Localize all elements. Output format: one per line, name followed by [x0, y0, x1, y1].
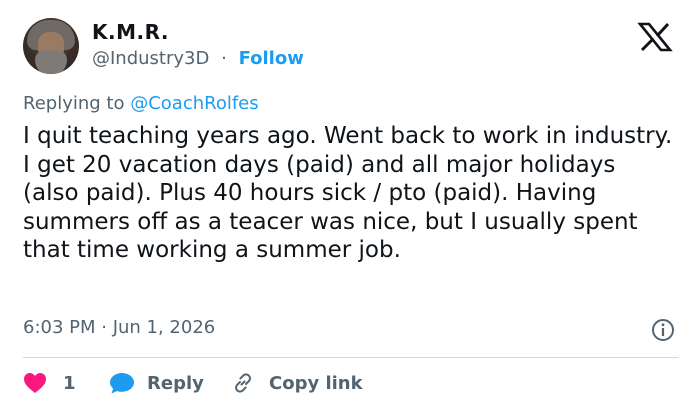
handle-separator: ·: [221, 48, 227, 69]
like-button[interactable]: 1: [23, 369, 83, 397]
author-handle[interactable]: @Industry3D: [92, 48, 209, 69]
avatar[interactable]: [23, 18, 79, 74]
avatar-beard: [35, 50, 67, 74]
heart-icon: [24, 373, 46, 393]
replying-prefix: Replying to: [23, 93, 131, 114]
tweet-timestamp[interactable]: 6:03 PM · Jun 1, 2026: [23, 317, 215, 338]
handle-row: @Industry3D · Follow: [92, 48, 304, 69]
tweet-text: I quit teaching years ago. Went back to …: [23, 123, 673, 263]
speech-bubble-icon: [110, 373, 134, 394]
reply-button[interactable]: Reply: [109, 369, 204, 397]
link-icon: [235, 373, 251, 393]
follow-button[interactable]: Follow: [239, 48, 304, 69]
like-count: 1: [63, 372, 76, 394]
copy-link-button[interactable]: Copy link: [231, 369, 363, 397]
author-name[interactable]: K.M.R.: [92, 20, 169, 44]
replying-mention-link[interactable]: @CoachRolfes: [130, 93, 258, 114]
replying-to: Replying to @CoachRolfes: [23, 93, 259, 114]
x-logo-icon[interactable]: [637, 22, 673, 52]
info-icon[interactable]: [651, 318, 675, 342]
reply-label: Reply: [147, 372, 204, 394]
copy-link-label: Copy link: [269, 372, 363, 394]
divider: [23, 357, 679, 358]
